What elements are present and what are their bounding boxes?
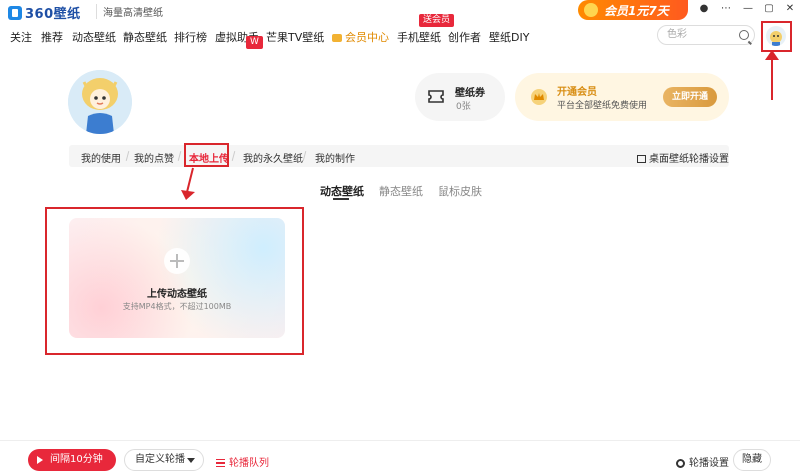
menu-icon[interactable]: ⋯ [719,3,733,14]
vip-card[interactable]: 开通会员 平台全部壁纸免费使用 立即开通 [515,73,729,121]
interval-button[interactable]: 间隔10分钟 [28,449,116,471]
nav-wallpaper-diy[interactable]: 壁纸DIY [489,29,529,45]
rotation-queue-link[interactable]: 轮播队列 [216,454,269,469]
list-icon [216,459,225,467]
upload-dynamic-wallpaper-card[interactable]: 上传动态壁纸 支持MP4格式，不超过100MB [69,218,285,338]
annotation-box-local-upload [184,143,229,167]
subtab-underline [333,198,349,200]
nav-ranking[interactable]: 排行榜 [174,29,207,45]
upload-title: 上传动态壁纸 [147,289,207,300]
nav-mango-tv[interactable]: 芒果TV壁纸 [266,29,324,45]
title-bar: 360壁纸 海量高清壁纸 会员1元7天 ● ⋯ — ▢ ✕ [0,0,800,22]
logo-icon [8,5,22,20]
search-placeholder: 色彩 [667,29,687,40]
nav-vip-center[interactable]: 会员中心 [332,29,389,45]
chevron-down-icon [187,458,195,463]
tab-my-likes[interactable]: 我的点赞 [134,150,174,165]
crown-icon [332,34,342,42]
arrow-head-down [181,190,195,200]
minimize-icon[interactable]: — [741,3,755,14]
tab-separator [231,151,236,161]
annotation-box-avatar [761,21,792,52]
voucher-title: 壁纸券 [455,88,485,99]
arrow-head-up [765,50,779,60]
desktop-rotation-settings[interactable]: 桌面壁纸轮播设置 [637,150,729,165]
nav-recommend[interactable]: 推荐 [41,29,63,45]
vip-crown-icon [531,89,547,105]
rotation-settings-label: 轮播设置 [689,458,729,469]
search-input[interactable]: 色彩 [657,25,755,45]
custom-rotation-select[interactable]: 自定义轮播 [124,449,204,471]
rotation-settings-button[interactable]: 轮播设置 [676,454,729,469]
tab-separator [125,151,130,161]
tab-my-creations[interactable]: 我的制作 [315,150,355,165]
play-icon [37,456,43,464]
image-icon [637,155,646,163]
tab-my-usage[interactable]: 我的使用 [81,150,121,165]
profile-avatar[interactable] [68,70,132,134]
tab-permanent-wallpaper[interactable]: 我的永久壁纸 [243,150,303,165]
search-icon[interactable] [739,30,749,40]
custom-rotation-label: 自定义轮播 [135,454,185,465]
voucher-card[interactable]: 壁纸券 0张 [415,73,505,121]
rotation-queue-label: 轮播队列 [229,458,269,469]
profile-tab-bar: 我的使用 我的点赞 本地上传 我的永久壁纸 我的制作 桌面壁纸轮播设置 [69,145,729,167]
bottom-bar: 间隔10分钟 自定义轮播 轮播队列 轮播设置 隐藏 [0,440,800,475]
subtab-mouse-skin[interactable]: 鼠标皮肤 [438,183,482,199]
hide-button[interactable]: 隐藏 [733,449,771,471]
skin-icon[interactable]: ● [697,3,711,14]
tab-separator [177,151,182,161]
nav-creator[interactable]: 创作者 [448,29,481,45]
vip-title: 开通会员 [557,87,597,98]
vip-promo-banner[interactable]: 会员1元7天 [578,0,688,20]
plus-icon [164,248,190,274]
vip-promo-label: 会员1元7天 [604,3,669,18]
vip-subtitle: 平台全部壁纸免费使用 [557,101,648,111]
app-slogan: 海量高清壁纸 [96,4,163,19]
nav-dynamic-wallpaper[interactable]: 动态壁纸 [72,29,116,45]
mascot-icon [68,70,132,134]
subtab-dynamic[interactable]: 动态壁纸 [320,183,364,199]
gift-vip-badge: 送会员 [419,14,455,27]
crown-icon [584,3,598,17]
close-icon[interactable]: ✕ [783,3,797,14]
desktop-rotation-label: 桌面壁纸轮播设置 [649,154,729,165]
new-badge: W [246,36,263,49]
nav-mobile-wallpaper[interactable]: 手机壁纸 [397,29,441,45]
app-logo[interactable]: 360壁纸 [8,3,81,22]
upload-hint: 支持MP4格式，不超过100MB [122,302,232,311]
annotation-arrow-up [771,56,773,100]
logo-text: 360壁纸 [25,7,81,22]
voucher-count: 0张 [456,102,471,112]
ticket-icon [428,90,444,103]
nav-vip-center-label: 会员中心 [345,31,389,44]
gear-icon [676,458,685,468]
maximize-icon[interactable]: ▢ [762,3,776,14]
nav-follow[interactable]: 关注 [10,29,32,45]
nav-static-wallpaper[interactable]: 静态壁纸 [123,29,167,45]
open-vip-button[interactable]: 立即开通 [663,87,717,107]
tab-separator [302,151,307,161]
subtab-static[interactable]: 静态壁纸 [379,183,423,199]
interval-label: 间隔10分钟 [50,454,103,465]
